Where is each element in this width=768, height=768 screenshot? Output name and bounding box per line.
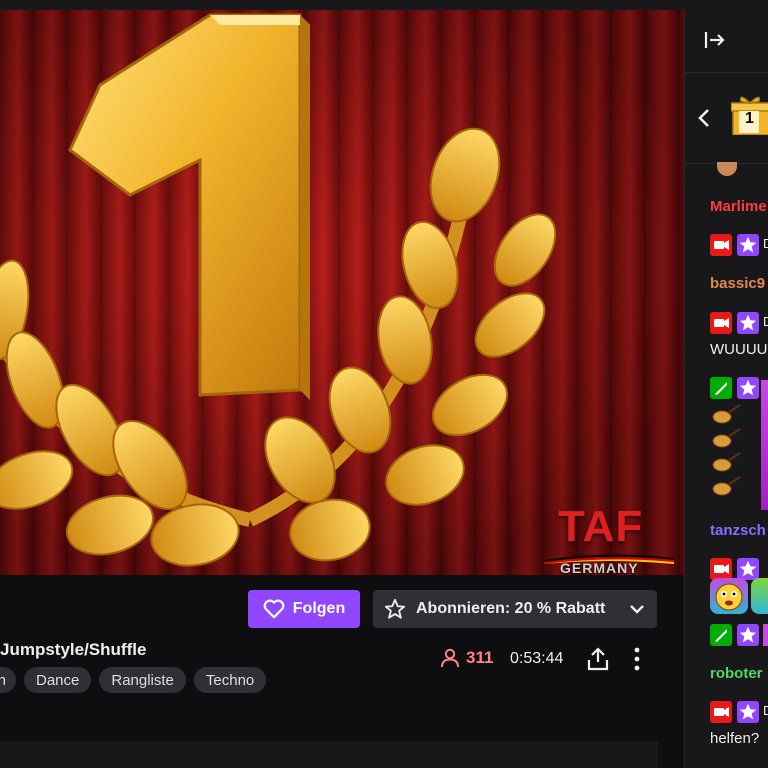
emote: [717, 162, 737, 176]
chat-username[interactable]: tanzsch: [710, 522, 766, 539]
emote-stack: [761, 380, 768, 510]
tag[interactable]: Rangliste: [99, 667, 186, 693]
viewer-count: 311: [440, 648, 493, 668]
trophy-number-one-image: [0, 13, 557, 567]
heart-icon: [263, 599, 285, 619]
back-icon[interactable]: [698, 108, 710, 128]
tag[interactable]: Techno: [193, 667, 267, 693]
subscriber-badge-icon: [737, 701, 759, 723]
emote-stack: [710, 403, 744, 503]
chat-message-text: D: [763, 703, 768, 718]
username-text: bassic9: [710, 275, 766, 292]
follow-label: Folgen: [292, 600, 346, 617]
stream-title: Jumpstyle/Shuffle: [0, 640, 147, 659]
vip-badge-icon: [763, 624, 768, 646]
subscriber-badge-icon: [737, 624, 759, 646]
username-text: Marlime: [710, 198, 767, 215]
moderator-badge-icon: [710, 624, 732, 646]
chat-panel: 1 Marlime D bassic9 D WUUUU tanzsch: [684, 10, 768, 768]
overlay-subtitle: GERMANY: [560, 560, 639, 575]
video-player[interactable]: TAF GERMANY: [0, 10, 684, 575]
chat-message-text: D: [763, 236, 768, 251]
emote: [710, 578, 748, 614]
chat-username[interactable]: bassic9: [710, 275, 765, 292]
broadcaster-badge-icon: [710, 234, 732, 256]
subscribe-label: Abonnieren: 20 % Rabatt: [416, 600, 606, 617]
tag-list: n Dance Rangliste Techno: [0, 667, 267, 693]
username-text: roboter: [710, 665, 763, 682]
subscriber-badge-icon: [737, 377, 759, 399]
uptime: 0:53:44: [510, 650, 564, 667]
follow-button[interactable]: Folgen: [248, 590, 360, 628]
chat-message-text: helfen?: [710, 730, 760, 747]
broadcaster-badge-icon: [710, 558, 732, 580]
star-icon: [384, 598, 406, 619]
channel-logo-overlay: TAF GERMANY: [544, 502, 674, 575]
broadcaster-badge-icon: [710, 701, 732, 723]
subscriber-badge-icon: [737, 234, 759, 256]
overlay-title: TAF: [558, 502, 644, 551]
gift-leaderboard: 1: [685, 73, 768, 164]
chat-username[interactable]: roboter: [710, 665, 763, 682]
tag[interactable]: Dance: [24, 667, 92, 693]
gift-count: 1: [745, 110, 754, 127]
emote: [751, 578, 768, 614]
tag[interactable]: n: [0, 667, 16, 693]
chevron-down-icon: [630, 605, 644, 614]
about-panel-edge: [0, 742, 658, 768]
share-icon[interactable]: [587, 647, 609, 671]
collapse-icon[interactable]: [704, 30, 726, 50]
subscriber-badge-icon: [737, 558, 759, 580]
username-text: tanzsch: [710, 522, 766, 539]
viewer-count-value: 311: [466, 648, 494, 667]
more-vertical-icon[interactable]: [631, 646, 643, 672]
subscriber-badge-icon: [737, 312, 759, 334]
chat-message-text: D: [763, 314, 768, 329]
subscribe-button[interactable]: Abonnieren: 20 % Rabatt: [373, 590, 657, 628]
chat-username[interactable]: Marlime: [710, 198, 767, 215]
broadcaster-badge-icon: [710, 312, 732, 334]
chat-header: [685, 10, 768, 73]
top-bar: [0, 0, 768, 10]
person-icon: [441, 648, 459, 668]
moderator-badge-icon: [710, 377, 732, 399]
chat-message-text: WUUUU: [710, 341, 768, 358]
